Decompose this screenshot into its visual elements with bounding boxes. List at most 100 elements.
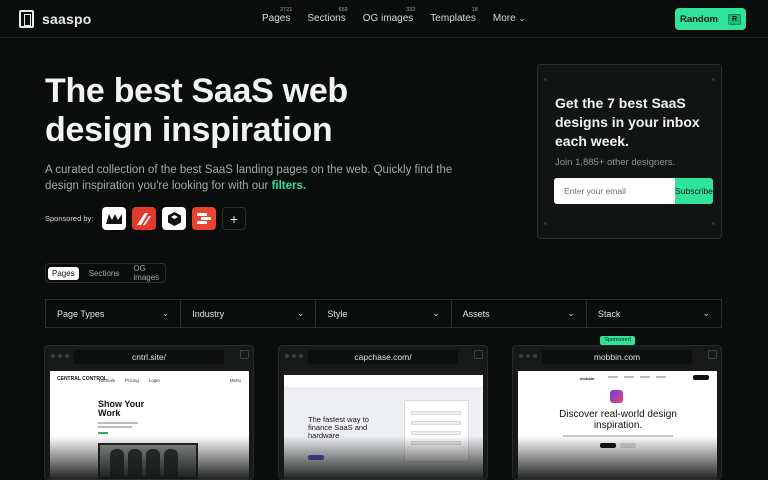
hero-description: A curated collection of the best SaaS la… xyxy=(45,162,475,194)
preview-person xyxy=(128,449,142,479)
newsletter-form: Subscribe xyxy=(554,178,713,204)
nav-link-more[interactable]: More ⌄ xyxy=(493,13,526,24)
random-label: Random xyxy=(679,13,718,25)
browser-bar: capchase.com/ xyxy=(279,346,487,368)
nav-links: Pages 2721 Sections 659 OG images 332 Te… xyxy=(262,7,526,24)
nav-link-label: More xyxy=(492,13,516,24)
corner-dot xyxy=(544,78,547,81)
preview-heading: Discover real-world design inspiration. xyxy=(559,409,677,431)
chevron-down-icon: ⌄ xyxy=(518,14,526,23)
app-icon xyxy=(610,390,623,403)
external-link-icon[interactable] xyxy=(474,350,483,359)
preview-photo xyxy=(98,443,198,479)
sponsor-4-icon xyxy=(197,213,211,224)
subscribe-button[interactable]: Subscribe xyxy=(675,178,713,204)
site-card-cntrl[interactable]: cntrl.site/ CENTRAL CONTROL Tutorials Pr… xyxy=(44,345,254,480)
window-dots xyxy=(519,354,537,358)
site-preview: The fastest way to finance SaaS and hard… xyxy=(284,371,483,479)
tab-og-images[interactable]: OG images xyxy=(129,262,163,284)
newsletter-card: Get the 7 best SaaS designs in your inbo… xyxy=(537,64,722,239)
nav-link-label: Pages xyxy=(262,13,291,24)
preview-person xyxy=(164,449,178,479)
nav-link-templates[interactable]: Templates 18 xyxy=(430,7,478,24)
nav-link-sections[interactable]: Sections 659 xyxy=(307,7,347,24)
nav-link-pages[interactable]: Pages 2721 xyxy=(262,7,292,24)
logo[interactable]: saaspo xyxy=(19,10,91,28)
browser-bar: cntrl.site/ xyxy=(45,346,253,368)
chevron-down-icon: ⌄ xyxy=(161,308,170,318)
sponsor-1-icon xyxy=(106,213,122,224)
tab-pages[interactable]: Pages xyxy=(48,266,79,280)
nav-count: 2721 xyxy=(280,7,293,13)
chevron-down-icon: ⌄ xyxy=(702,308,711,318)
preview-logo: mobbin xyxy=(580,376,595,381)
preview-menu: Menu xyxy=(229,378,241,383)
preview-cta xyxy=(600,443,616,448)
preview-secondary-cta xyxy=(620,443,636,448)
preview-text-line xyxy=(98,426,132,428)
filter-style[interactable]: Style ⌄ xyxy=(316,300,452,327)
email-input[interactable] xyxy=(554,178,675,204)
preview-nav-item: Tutorials xyxy=(98,378,116,383)
site-url: mobbin.com xyxy=(542,350,692,364)
corner-dot xyxy=(712,78,715,81)
preview-text-line xyxy=(563,435,673,437)
filter-stack[interactable]: Stack ⌄ xyxy=(587,300,721,327)
filter-bar: Page Types ⌄ Industry ⌄ Style ⌄ Assets ⌄ Sta… xyxy=(45,299,722,328)
site-card-mobbin[interactable]: mobbin.com mobbin Discover real-world de… xyxy=(512,345,722,480)
filter-industry[interactable]: Industry ⌄ xyxy=(181,300,317,327)
preview-nav xyxy=(608,376,666,378)
preview-field xyxy=(411,431,461,435)
filter-label: Industry xyxy=(192,308,225,319)
preview-nav-item: Login xyxy=(148,378,160,383)
preview-badge xyxy=(98,432,108,434)
external-link-icon[interactable] xyxy=(708,350,717,359)
preview-nav: Tutorials Pricing Login xyxy=(98,378,160,383)
sponsor-logos: + xyxy=(102,207,246,230)
content-tabs: Pages Sections OG images xyxy=(45,263,166,283)
chevron-down-icon: ⌄ xyxy=(432,308,440,318)
sponsor-logo-2[interactable] xyxy=(132,207,156,230)
nav-link-label: Templates xyxy=(430,13,476,24)
filter-label: Page Types xyxy=(57,308,105,319)
site-url: cntrl.site/ xyxy=(74,350,224,364)
chevron-down-icon: ⌄ xyxy=(567,308,575,318)
site-preview: CENTRAL CONTROL Tutorials Pricing Login … xyxy=(50,371,249,479)
newsletter-title: Get the 7 best SaaS designs in your inbo… xyxy=(555,95,700,149)
sponsored-label: Sponsored by: xyxy=(45,214,94,223)
preview-cta xyxy=(308,455,324,460)
preview-heading: The fastest way to finance SaaS and hard… xyxy=(308,415,369,440)
preview-heading: Show Your Work xyxy=(98,399,145,418)
tab-sections[interactable]: Sections xyxy=(85,267,124,280)
corner-dot xyxy=(712,222,715,225)
site-card-capchase[interactable]: capchase.com/ The fastest way to finance… xyxy=(278,345,488,480)
nav-count: 18 xyxy=(471,7,478,13)
nav-link-label: Sections xyxy=(307,13,346,24)
random-button[interactable]: Random R xyxy=(675,8,746,30)
logo-icon xyxy=(19,10,34,28)
add-sponsor-button[interactable]: + xyxy=(222,207,246,230)
sponsor-logo-1[interactable] xyxy=(102,207,126,230)
page-title: The best SaaS web design inspiration xyxy=(45,72,348,149)
nav-link-label: OG images xyxy=(362,13,414,24)
window-dots xyxy=(51,354,69,358)
preview-field xyxy=(411,421,461,425)
preview-nav-item: Pricing xyxy=(125,378,139,383)
preview-person xyxy=(110,449,124,479)
external-link-icon[interactable] xyxy=(240,350,249,359)
browser-bar: mobbin.com xyxy=(513,346,721,368)
site-url: capchase.com/ xyxy=(308,350,458,364)
filters-link[interactable]: filters. xyxy=(272,180,307,192)
site-preview: mobbin Discover real-world design inspir… xyxy=(518,371,717,479)
preview-announcement-bar xyxy=(284,371,483,375)
filter-page-types[interactable]: Page Types ⌄ xyxy=(46,300,182,327)
sponsor-logo-3[interactable] xyxy=(162,207,186,230)
sponsor-logo-4[interactable] xyxy=(192,207,216,230)
preview-field xyxy=(411,411,461,415)
top-nav: saaspo Pages 2721 Sections 659 OG images… xyxy=(0,0,768,38)
logo-text: saaspo xyxy=(42,11,92,27)
nav-link-og-images[interactable]: OG images 332 xyxy=(362,7,416,24)
filter-label: Style xyxy=(327,308,348,319)
hero-description-text: A curated collection of the best SaaS la… xyxy=(45,164,453,192)
filter-assets[interactable]: Assets ⌄ xyxy=(452,300,587,327)
